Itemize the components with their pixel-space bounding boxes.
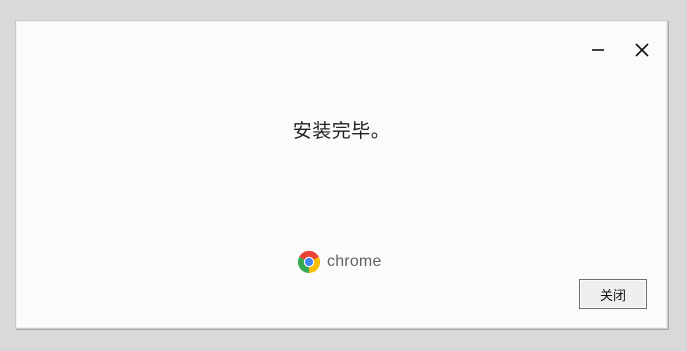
chrome-brand: chrome [297, 250, 382, 274]
close-button[interactable]: 关闭 [579, 279, 647, 309]
window-close-button[interactable] [629, 37, 655, 63]
window-controls [585, 37, 655, 63]
chrome-logo-icon [297, 250, 321, 274]
minimize-icon [592, 49, 604, 51]
minimize-button[interactable] [585, 37, 611, 63]
chrome-brand-label: chrome [327, 253, 382, 270]
close-icon [635, 43, 649, 57]
installer-dialog: 安装完毕。 chrome 关闭 [15, 20, 668, 329]
install-complete-message: 安装完毕。 [292, 120, 391, 142]
